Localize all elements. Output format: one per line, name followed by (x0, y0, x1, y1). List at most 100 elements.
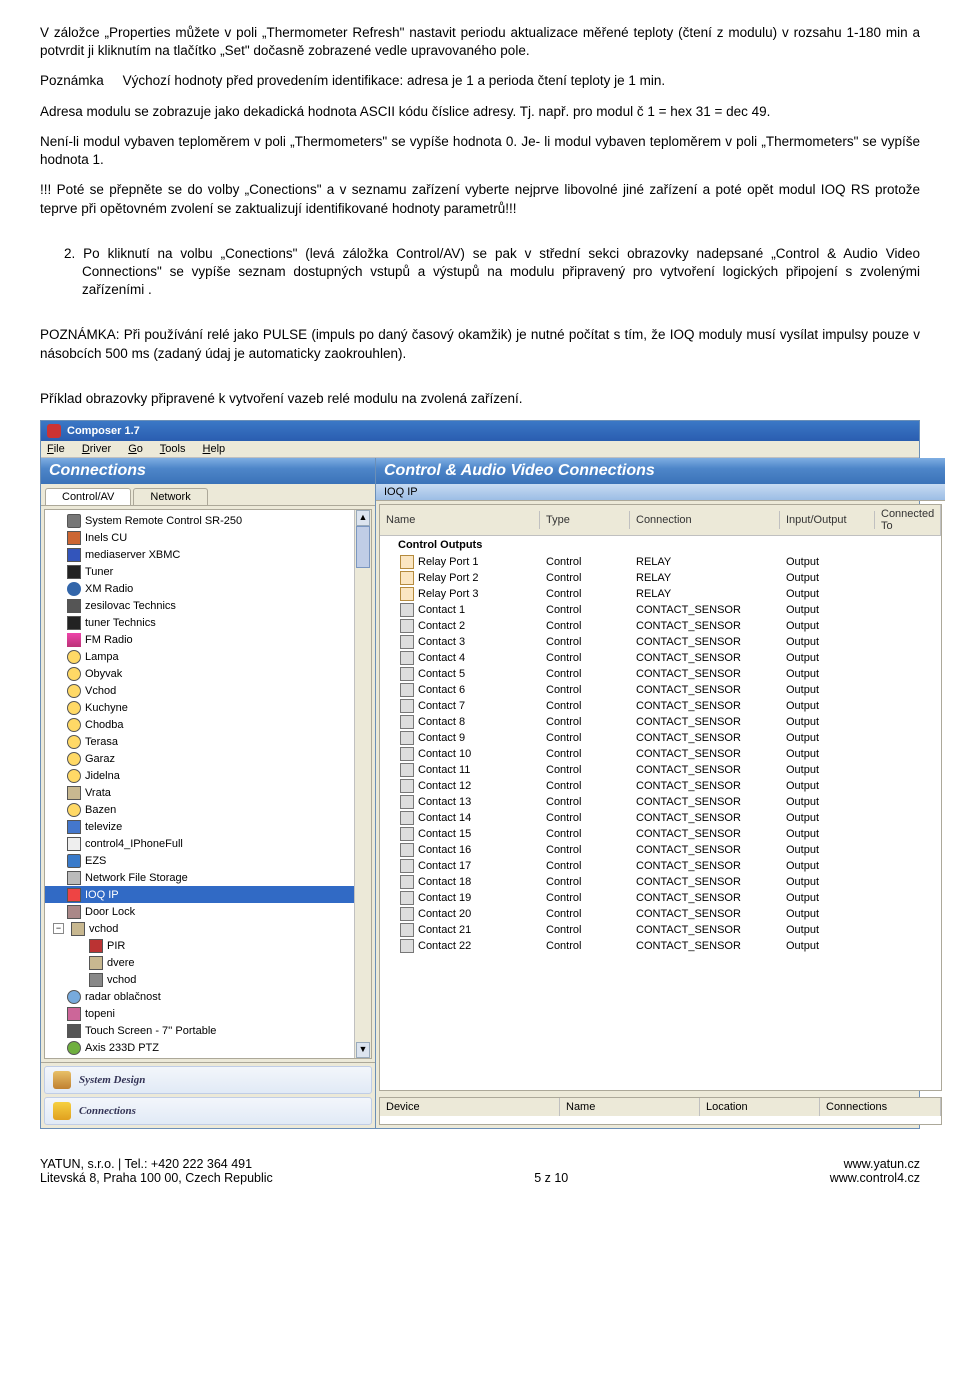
door-icon (67, 786, 81, 800)
grid-row[interactable]: Contact 12ControlCONTACT_SENSOROutput (380, 778, 941, 794)
cell-connected-to (875, 657, 941, 659)
cell-name: Contact 13 (418, 796, 471, 808)
storage-icon (67, 871, 81, 885)
tree-item[interactable]: Network File Storage (45, 869, 371, 886)
grid-row[interactable]: Relay Port 2ControlRELAYOutput (380, 570, 941, 586)
tree-item[interactable]: Axis 233D PTZ (45, 1039, 371, 1056)
grid-row[interactable]: Relay Port 1ControlRELAYOutput (380, 554, 941, 570)
col-location[interactable]: Location (700, 1098, 820, 1116)
col-io[interactable]: Input/Output (780, 511, 875, 529)
tree-item[interactable]: −vchod (45, 920, 371, 937)
grid-row[interactable]: Relay Port 3ControlRELAYOutput (380, 586, 941, 602)
tree-item[interactable]: Jidelna (45, 767, 371, 784)
tree-item[interactable]: System Remote Control SR-250 (45, 512, 371, 529)
grid-row[interactable]: Contact 22ControlCONTACT_SENSOROutput (380, 938, 941, 954)
tree-item[interactable]: radar oblačnost (45, 988, 371, 1005)
tree-item[interactable]: IOQ IP (45, 886, 371, 903)
tree-item[interactable]: topeni (45, 1005, 371, 1022)
menu-driver[interactable]: Driver (82, 443, 111, 455)
bottom-grid[interactable]: Device Name Location Connections (379, 1097, 942, 1125)
tab-network[interactable]: Network (133, 488, 207, 505)
grid-row[interactable]: Contact 21ControlCONTACT_SENSOROutput (380, 922, 941, 938)
tree-item[interactable]: Touch Screen - 7'' Portable (45, 1022, 371, 1039)
grid-row[interactable]: Contact 6ControlCONTACT_SENSOROutput (380, 682, 941, 698)
cell-conn: CONTACT_SENSOR (630, 891, 780, 905)
tab-control-av[interactable]: Control/AV (45, 488, 131, 505)
menu-file[interactable]: File (47, 443, 65, 455)
scroll-thumb[interactable] (356, 526, 370, 568)
nav-system-design[interactable]: System Design (44, 1066, 372, 1094)
tree-item[interactable]: dvere (45, 954, 371, 971)
grid-row[interactable]: Contact 2ControlCONTACT_SENSOROutput (380, 618, 941, 634)
cell-io: Output (780, 843, 875, 857)
tree-item[interactable]: Lampa (45, 648, 371, 665)
tree-item[interactable]: tuner Technics (45, 614, 371, 631)
tree-item[interactable]: Terasa (45, 733, 371, 750)
scroll-up-icon[interactable]: ▲ (356, 510, 370, 526)
scroll-down-icon[interactable]: ▼ (356, 1042, 370, 1058)
nav-connections[interactable]: Connections (44, 1097, 372, 1125)
tree-item[interactable]: EZS (45, 852, 371, 869)
tree-item[interactable]: Vchod (45, 682, 371, 699)
tree-item[interactable]: zesilovac Technics (45, 597, 371, 614)
tree-item[interactable]: Tuner (45, 563, 371, 580)
tree-item[interactable]: Chodba (45, 716, 371, 733)
col-connection[interactable]: Connection (630, 511, 780, 529)
grid-row[interactable]: Contact 20ControlCONTACT_SENSOROutput (380, 906, 941, 922)
tree-item[interactable]: Bazen (45, 801, 371, 818)
menu-go[interactable]: Go (128, 443, 143, 455)
grid-row[interactable]: Contact 7ControlCONTACT_SENSOROutput (380, 698, 941, 714)
tree-item[interactable]: mediaserver XBMC (45, 546, 371, 563)
grid-row[interactable]: Contact 3ControlCONTACT_SENSOROutput (380, 634, 941, 650)
grid-row[interactable]: Contact 10ControlCONTACT_SENSOROutput (380, 746, 941, 762)
device-tree[interactable]: System Remote Control SR-250Inels CU medi… (44, 509, 372, 1059)
tree-item[interactable]: Door Lock (45, 903, 371, 920)
grid-row[interactable]: Contact 9ControlCONTACT_SENSOROutput (380, 730, 941, 746)
grid-row[interactable]: Contact 8ControlCONTACT_SENSOROutput (380, 714, 941, 730)
tree-item[interactable]: Kuchyne (45, 699, 371, 716)
col-name[interactable]: Name (560, 1098, 700, 1116)
col-connected-to[interactable]: Connected To (875, 505, 941, 535)
grid-row[interactable]: Contact 18ControlCONTACT_SENSOROutput (380, 874, 941, 890)
menu-help[interactable]: Help (203, 443, 226, 455)
tree-item-label: mediaserver XBMC (85, 549, 180, 561)
collapse-icon[interactable]: − (53, 923, 64, 934)
cell-name: Contact 1 (418, 604, 465, 616)
tree-item[interactable]: Inels CU (45, 529, 371, 546)
cell-conn: CONTACT_SENSOR (630, 843, 780, 857)
grid-row[interactable]: Contact 17ControlCONTACT_SENSOROutput (380, 858, 941, 874)
grid-row[interactable]: Contact 11ControlCONTACT_SENSOROutput (380, 762, 941, 778)
col-name[interactable]: Name (380, 511, 540, 529)
cell-name: Contact 19 (418, 892, 471, 904)
grid-row[interactable]: Contact 5ControlCONTACT_SENSOROutput (380, 666, 941, 682)
menu-tools[interactable]: Tools (160, 443, 186, 455)
grid-row[interactable]: Contact 16ControlCONTACT_SENSOROutput (380, 842, 941, 858)
tree-item-label: IOQ IP (85, 889, 119, 901)
grid-row[interactable]: Contact 15ControlCONTACT_SENSOROutput (380, 826, 941, 842)
tree-item[interactable]: XM Radio (45, 580, 371, 597)
col-device[interactable]: Device (380, 1098, 560, 1116)
tree-item-label: tuner Technics (85, 617, 156, 629)
tree-item[interactable]: Obyvak (45, 665, 371, 682)
col-connections[interactable]: Connections (820, 1098, 941, 1116)
grid-row[interactable]: Contact 14ControlCONTACT_SENSOROutput (380, 810, 941, 826)
tree-scrollbar[interactable]: ▲ ▼ (354, 510, 371, 1058)
tree-item[interactable]: Vrata (45, 784, 371, 801)
grid-row[interactable]: Contact 13ControlCONTACT_SENSOROutput (380, 794, 941, 810)
cell-connected-to (875, 737, 941, 739)
col-type[interactable]: Type (540, 511, 630, 529)
tree-item[interactable]: Garaz (45, 750, 371, 767)
paragraph: POZNÁMKA: Při používání relé jako PULSE … (40, 326, 920, 362)
tree-item[interactable]: televize (45, 818, 371, 835)
relay-icon (400, 571, 414, 585)
grid-row[interactable]: Contact 4ControlCONTACT_SENSOROutput (380, 650, 941, 666)
tree-item[interactable]: control4_IPhoneFull (45, 835, 371, 852)
tree-item[interactable]: PIR (45, 937, 371, 954)
footer-url: www.control4.cz (830, 1171, 920, 1185)
grid-row[interactable]: Contact 19ControlCONTACT_SENSOROutput (380, 890, 941, 906)
tree-item[interactable]: FM Radio (45, 631, 371, 648)
cell-type: Control (540, 779, 630, 793)
tree-item[interactable]: vchod (45, 971, 371, 988)
connections-grid[interactable]: Name Type Connection Input/Output Connec… (379, 504, 942, 1091)
grid-row[interactable]: Contact 1ControlCONTACT_SENSOROutput (380, 602, 941, 618)
